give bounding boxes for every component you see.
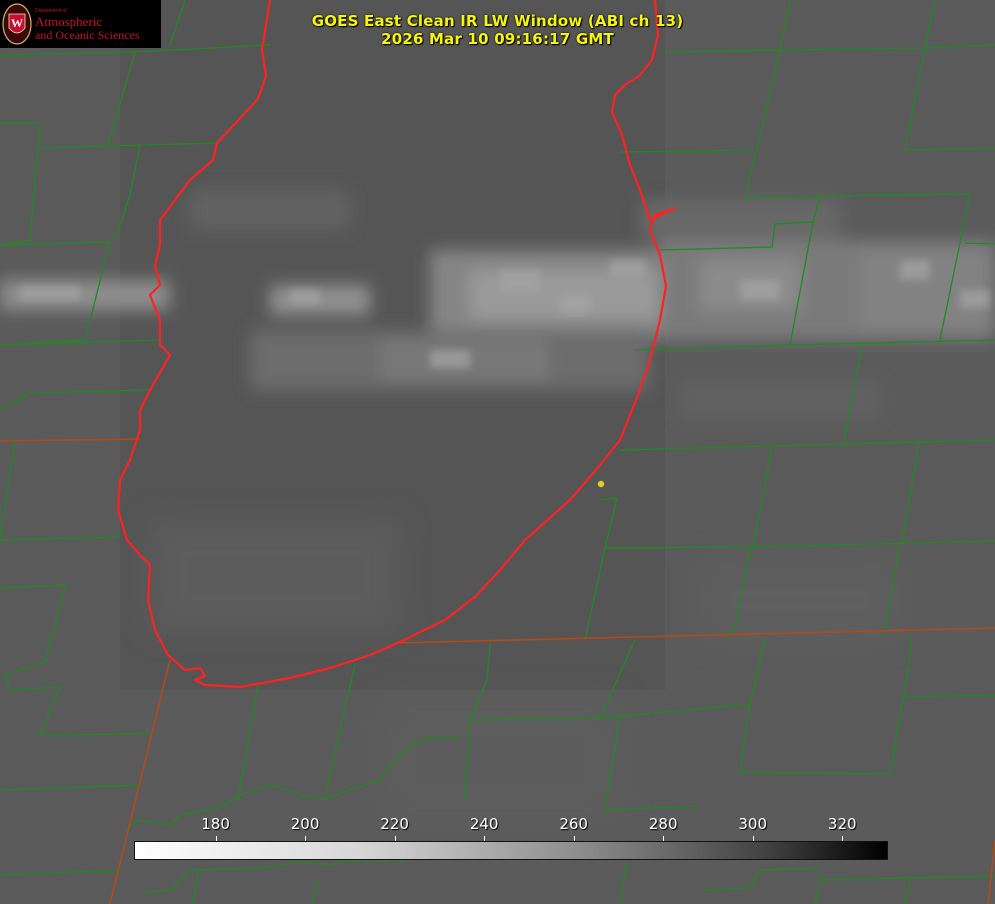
logo-line-2: and Oceanic Sciences [35, 28, 140, 42]
colorbar-tick-label: 260 [559, 815, 588, 833]
svg-text:W: W [11, 16, 23, 30]
uw-crest-icon: W [2, 3, 32, 45]
colorbar-gradient [134, 841, 888, 860]
satellite-image [0, 0, 995, 904]
colorbar-tick-label: 300 [738, 815, 768, 833]
colorbar-tick-label: 240 [469, 815, 499, 833]
colorbar-tick-label: 320 [827, 815, 857, 833]
colorbar-tick-label: 220 [380, 815, 409, 833]
station-marker [597, 480, 605, 488]
colorbar-tick-label: 280 [648, 815, 678, 833]
colorbar-tick-label: 200 [290, 815, 320, 833]
colorbar-tick-label: 180 [201, 815, 230, 833]
temperature-colorbar: 180 200 220 240 260 280 300 320 [134, 812, 888, 862]
aos-logo: W Department of Atmospheric and Oceanic … [0, 0, 161, 48]
